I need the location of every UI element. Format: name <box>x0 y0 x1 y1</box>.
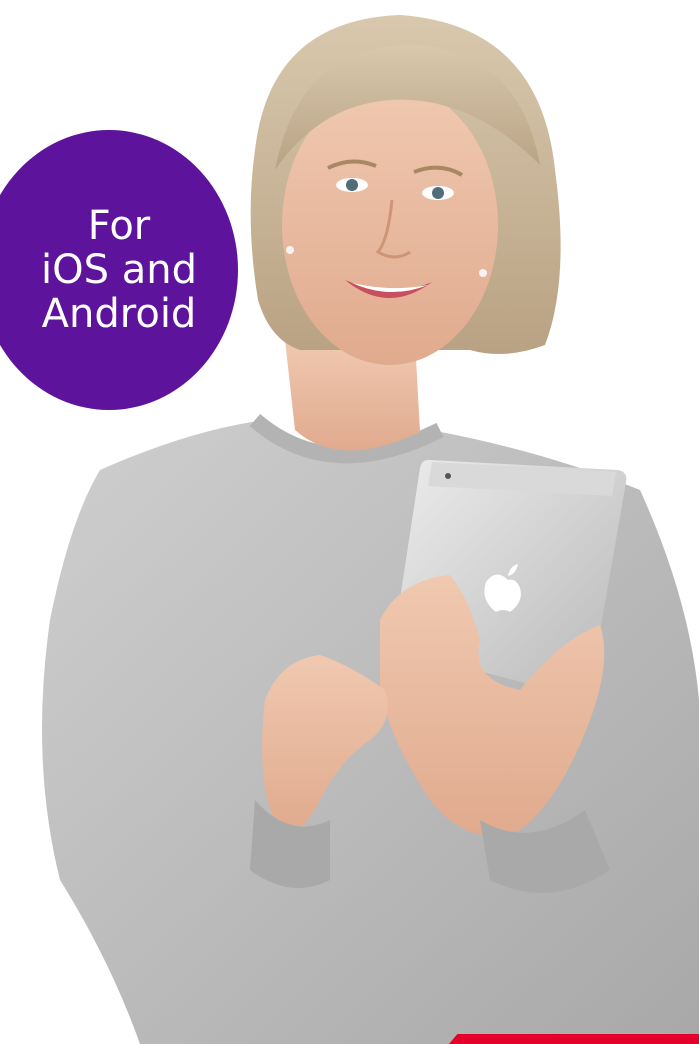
badge-line-2: iOS and <box>41 247 197 293</box>
badge-line-1: For <box>87 203 151 249</box>
promo-image: For iOS and Android <box>0 0 699 1044</box>
red-accent-stripe <box>449 1034 699 1044</box>
badge-line-3: Android <box>41 291 197 337</box>
